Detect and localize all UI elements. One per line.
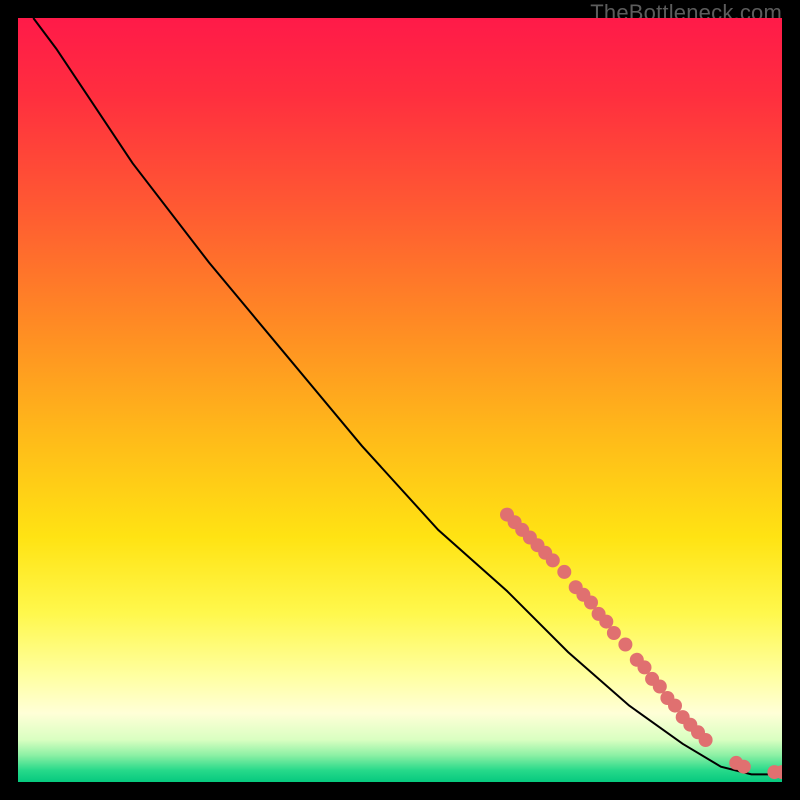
data-marker bbox=[584, 596, 598, 610]
data-marker bbox=[638, 660, 652, 674]
data-marker bbox=[607, 626, 621, 640]
chart-background bbox=[18, 18, 782, 782]
data-marker bbox=[557, 565, 571, 579]
data-marker bbox=[599, 615, 613, 629]
data-marker bbox=[668, 699, 682, 713]
chart-svg bbox=[18, 18, 782, 782]
data-marker bbox=[546, 553, 560, 567]
data-marker bbox=[737, 760, 751, 774]
data-marker bbox=[699, 733, 713, 747]
data-marker bbox=[653, 680, 667, 694]
chart-frame: TheBottleneck.com bbox=[0, 0, 800, 800]
data-marker bbox=[618, 638, 632, 652]
plot-area bbox=[18, 18, 782, 782]
